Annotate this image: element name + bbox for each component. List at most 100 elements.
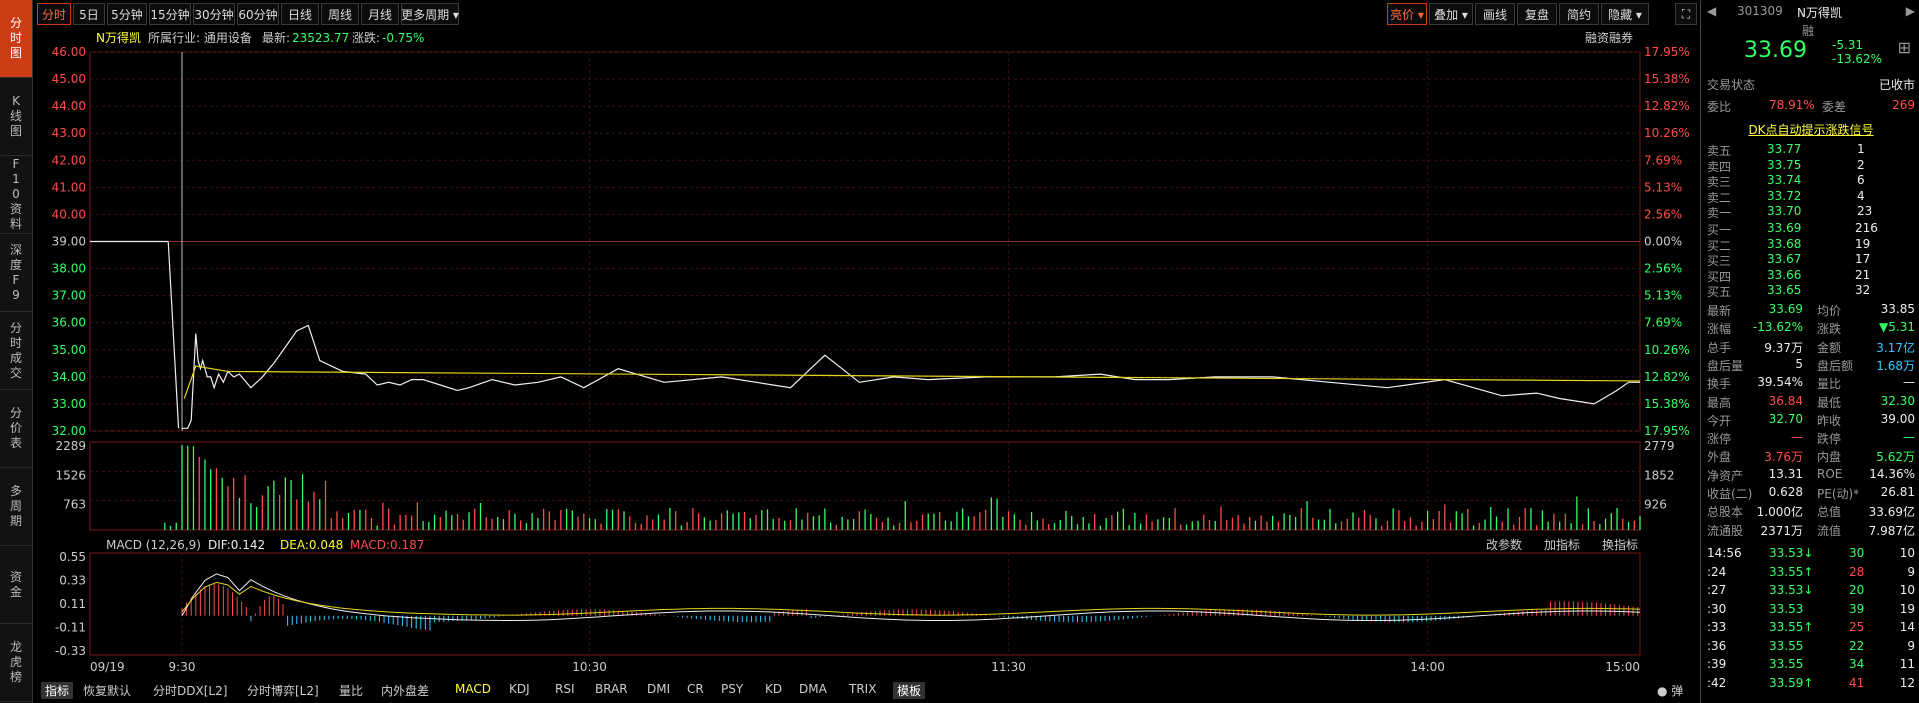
pct-tick-label: 10.26%	[1644, 126, 1690, 140]
dk-signal-link[interactable]: DK点自动提示涨跌信号	[1707, 121, 1915, 138]
price-tick-label: 37.00	[52, 289, 86, 303]
tick-price: 33.55↑	[1769, 564, 1814, 579]
tick-time: :39	[1707, 657, 1727, 671]
bid-row: 买五 33.65 32	[1707, 283, 1915, 300]
indicator-tab-7[interactable]: KDJ	[509, 682, 530, 696]
bid-label: 买五	[1707, 285, 1732, 299]
ask-volume: 23	[1857, 204, 1873, 218]
tick-time: :27	[1707, 583, 1727, 597]
bid-row: 买四 33.66 21	[1707, 268, 1915, 285]
bid-volume: 17	[1855, 252, 1871, 266]
macd-link-0[interactable]: 改参数	[1486, 537, 1522, 552]
stat-value: 3.76万	[1764, 450, 1803, 465]
indicator-tab-6[interactable]: MACD	[455, 682, 491, 696]
indicator-tab-9[interactable]: BRAR	[595, 682, 628, 696]
margin-link[interactable]: 融资融券	[1585, 30, 1633, 45]
indicator-tab-5[interactable]: 内外盘差	[381, 682, 429, 699]
indicator-tab-11[interactable]: CR	[687, 682, 704, 696]
stat-value: 13.31	[1768, 466, 1803, 481]
tick-row: :36 33.55 22 9	[1707, 639, 1915, 656]
stat-label-2: 涨跌	[1817, 322, 1842, 337]
stat-label: 今开	[1707, 413, 1732, 428]
stat-value: 2371万	[1760, 523, 1803, 538]
macd-link-1[interactable]: 加指标	[1544, 537, 1580, 552]
stat-label: 盘后量	[1707, 358, 1744, 373]
chart-area[interactable]: N万得凯 所属行业: 通用设备 最新: 23523.77 涨跌: -0.75% 融资融券 46…	[0, 0, 1700, 680]
dea-line	[181, 581, 1641, 616]
indicator-tab-4[interactable]: 量比	[339, 682, 363, 699]
pct-tick-label: 17.95%	[1644, 45, 1690, 59]
tick-row: :24 33.55↑ 28 9	[1707, 565, 1915, 582]
indicator-tab-3[interactable]: 分时博弈[L2]	[247, 682, 319, 699]
macd-dea: DEA:0.048	[280, 538, 343, 552]
panel-frame-2	[89, 552, 1641, 656]
macd-tick-label: -0.33	[55, 644, 86, 658]
time-tick-label: 15:00	[1605, 660, 1640, 674]
indicator-tab-12[interactable]: PSY	[721, 682, 743, 696]
indicator-tab-13[interactable]: KD	[765, 682, 782, 696]
stat-value: -13.62%	[1752, 320, 1803, 335]
stat-label-2: 跌停	[1817, 432, 1842, 447]
indicator-tabs: 指标 恢复默认 分时DDX[L2] 分时博弈[L2] 量比 内外盘差 MACD KDJ RSI B…	[37, 680, 1697, 701]
tick-count: 10	[1899, 546, 1915, 560]
bid-row: 买二 33.68 19	[1707, 237, 1915, 254]
ask-row: 卖二 33.72 4	[1707, 189, 1915, 206]
tick-time: :42	[1707, 675, 1727, 690]
indicator-tab-8[interactable]: RSI	[555, 682, 575, 696]
price-tick-label: 42.00	[52, 153, 86, 167]
status-row: 交易状态 已收市	[1707, 76, 1915, 93]
tick-price: 33.55	[1769, 638, 1804, 653]
bid-price: 33.69	[1767, 221, 1802, 235]
tick-time: :30	[1707, 601, 1727, 616]
stat-label: 总股本	[1707, 505, 1744, 520]
stat-value: 32.70	[1768, 411, 1803, 426]
ask-volume: 6	[1857, 173, 1865, 187]
stat-value-2: —	[1903, 430, 1915, 445]
ask-row: 卖一 33.70 23	[1707, 204, 1915, 221]
tick-count: 14	[1899, 620, 1915, 634]
tick-price: 33.53↓	[1769, 546, 1814, 560]
stat-value-2: 3.17亿	[1876, 340, 1915, 355]
volume-tick-label-right: 1852	[1644, 468, 1675, 482]
macd-title[interactable]: MACD (12,26,9)	[106, 538, 201, 552]
ask-price: 33.75	[1767, 157, 1802, 172]
tick-time: :36	[1707, 638, 1727, 653]
tick-volume: 25	[1849, 620, 1865, 634]
indicator-tab-14[interactable]: DMA	[799, 682, 827, 696]
macd-dif: DIF:0.142	[208, 538, 265, 552]
stat-value: 1.000亿	[1756, 505, 1803, 520]
ask-price: 33.77	[1767, 142, 1802, 156]
add-watch-icon[interactable]: ⊞	[1898, 38, 1911, 57]
last-price: 33.69	[1744, 38, 1807, 63]
volume-tick-label-right: 926	[1644, 498, 1667, 512]
diff-label: 委差	[1822, 100, 1847, 114]
stat-row: 收益(二) 0.628 PE(动)* 26.81	[1707, 485, 1915, 502]
stat-row: 外盘 3.76万 内盘 5.62万	[1707, 448, 1915, 465]
pct-tick-label: 7.69%	[1644, 153, 1682, 167]
tick-count: 12	[1899, 675, 1915, 690]
stat-label: 净资产	[1707, 468, 1744, 483]
stat-row: 涨幅 -13.62% 涨跌 ▼5.31	[1707, 320, 1915, 337]
quote-flag: 融	[1707, 22, 1915, 39]
stock-name: N万得凯	[1797, 6, 1842, 20]
indicator-tab-0[interactable]: 指标	[41, 682, 74, 699]
stat-value: 33.69	[1768, 302, 1803, 316]
indicator-tab-10[interactable]: DMI	[647, 682, 670, 696]
indicator-tab-2[interactable]: 分时DDX[L2]	[153, 682, 227, 699]
pct-tick-label: 2.56%	[1644, 207, 1682, 221]
tick-volume: 30	[1849, 546, 1865, 560]
stat-value-2: ▼5.31	[1879, 320, 1915, 335]
industry-label: 所属行业: 通用设备	[148, 31, 252, 45]
indicator-tab-15[interactable]: TRIX	[849, 682, 876, 696]
indicator-tab-1[interactable]: 恢复默认	[83, 682, 131, 699]
indicator-tab-16[interactable]: 模板	[893, 682, 926, 699]
price-pct: -13.62%	[1832, 52, 1883, 66]
pct-tick-label: 15.38%	[1644, 72, 1690, 86]
stat-label: 涨幅	[1707, 322, 1732, 337]
popup-button[interactable]: ● 弹	[1657, 682, 1683, 699]
macd-link-2[interactable]: 换指标	[1602, 537, 1638, 552]
dif-line	[181, 573, 1641, 621]
stat-label: 总手	[1707, 340, 1732, 355]
stat-row: 净资产 13.31 ROE 14.36%	[1707, 467, 1915, 484]
stat-label: 收益(二)	[1707, 487, 1753, 501]
